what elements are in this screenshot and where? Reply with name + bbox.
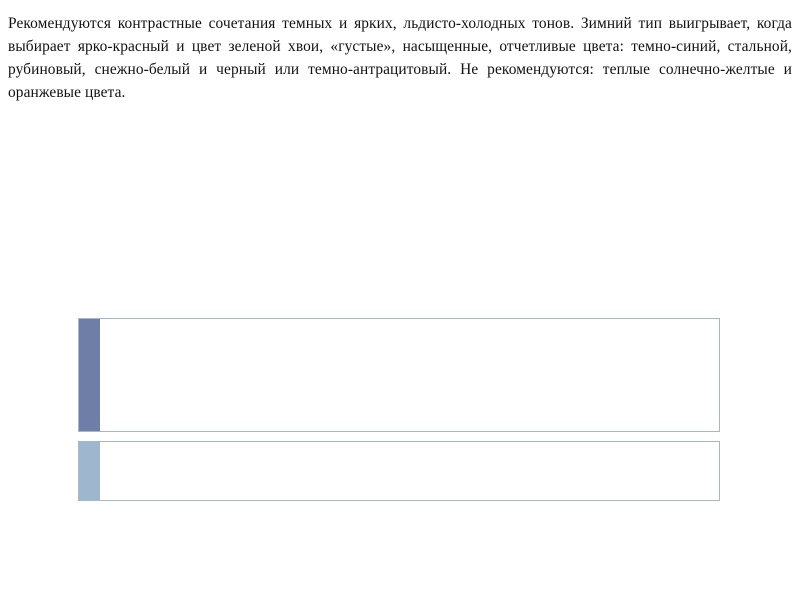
card-accent-bar-dark <box>79 319 100 431</box>
content-card-top <box>78 318 720 432</box>
content-card-bottom <box>78 441 720 501</box>
card-accent-bar-light <box>79 442 100 500</box>
slide: Рекомендуются контрастные сочетания темн… <box>0 0 800 600</box>
body-paragraph: Рекомендуются контрастные сочетания темн… <box>8 15 792 101</box>
